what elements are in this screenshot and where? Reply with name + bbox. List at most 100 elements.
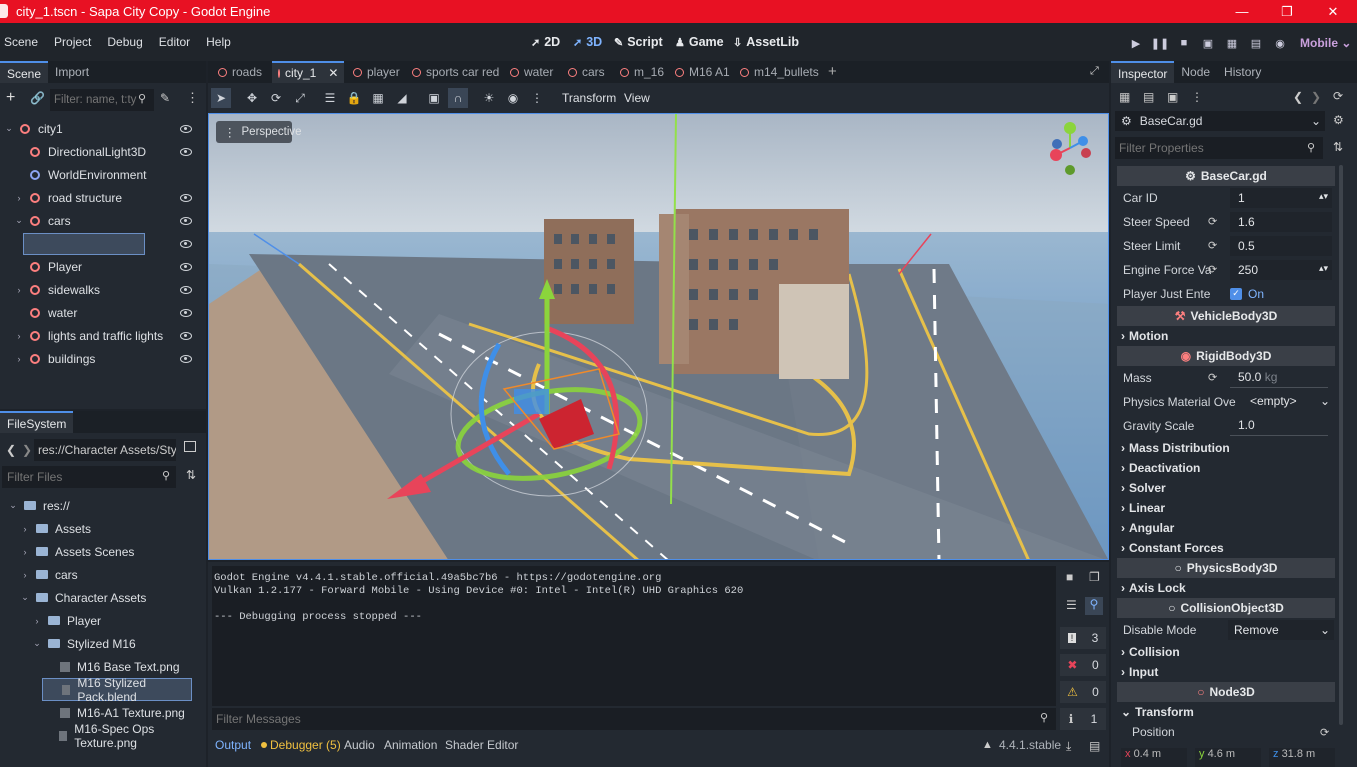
tab-debugger[interactable]: Debugger (5) xyxy=(270,738,341,752)
forward-icon[interactable]: ❯ xyxy=(22,443,32,457)
editor-tab-city-1[interactable]: city_1 ✕ xyxy=(272,61,344,83)
visibility-icon[interactable] xyxy=(180,331,192,340)
scene-node-buildings[interactable]: › buildings xyxy=(4,347,200,370)
tab-output[interactable]: Output xyxy=(215,738,251,752)
distraction-free-icon[interactable]: ⤢ xyxy=(1090,65,1099,78)
scene-node-lights-and-traffic-lights[interactable]: › lights and traffic lights xyxy=(4,324,200,347)
gravity-scale-field[interactable]: 1.0 xyxy=(1230,416,1328,436)
open-resource-icon[interactable]: ▤ xyxy=(1143,90,1154,104)
prop-value-field[interactable]: 0.5 xyxy=(1230,236,1332,256)
menu-editor[interactable]: Editor xyxy=(151,35,198,49)
fold-icon[interactable]: › xyxy=(20,524,30,534)
editor-tab-roads[interactable]: roads xyxy=(218,61,262,83)
sort-icon[interactable]: ⇅ xyxy=(186,468,196,482)
category-input[interactable]: › Input xyxy=(1121,662,1158,682)
transform-menu[interactable]: Transform xyxy=(562,91,616,105)
tab-import[interactable]: Import xyxy=(48,61,96,83)
category-mass-distribution[interactable]: › Mass Distribution xyxy=(1121,438,1230,458)
section-physicsbody3d[interactable]: ○ PhysicsBody3D xyxy=(1117,558,1335,578)
editor-tab-water[interactable]: water xyxy=(510,61,553,83)
workspace-2d[interactable]: ➚ 2D xyxy=(531,30,560,54)
workspace-3d[interactable]: ➚ 3D xyxy=(573,30,602,54)
property-options-icon[interactable]: ⇅ xyxy=(1333,140,1343,154)
revert-icon[interactable]: ⟳ xyxy=(1208,239,1217,252)
visibility-icon[interactable] xyxy=(180,239,192,248)
visibility-icon[interactable] xyxy=(180,354,192,363)
back-icon[interactable]: ❮ xyxy=(6,443,16,457)
scene-node-cars[interactable]: ⌄ cars xyxy=(4,209,200,232)
filesystem-filter-input[interactable] xyxy=(2,466,176,488)
menu-project[interactable]: Project xyxy=(46,35,99,49)
visibility-icon[interactable] xyxy=(180,147,192,156)
folder-item[interactable]: › Assets Scenes xyxy=(20,540,135,563)
category-axis-lock[interactable]: › Axis Lock xyxy=(1121,578,1186,598)
scene-node-player[interactable]: Player xyxy=(4,255,200,278)
folder-item[interactable]: › cars xyxy=(20,563,78,586)
editor-tab-sports-car-red[interactable]: sports car red xyxy=(412,61,499,83)
lock-icon[interactable]: 🔒 xyxy=(344,88,364,108)
category-constant-forces[interactable]: › Constant Forces xyxy=(1121,538,1224,558)
scene-node-directionallight3d[interactable]: DirectionalLight3D xyxy=(4,140,200,163)
revert-icon[interactable]: ⟳ xyxy=(1208,371,1217,384)
workspace-game[interactable]: ♟ Game xyxy=(675,30,724,54)
player-entered-toggle-label[interactable]: On xyxy=(1248,287,1264,301)
scene-node-city1[interactable]: ⌄ city1 xyxy=(4,117,200,140)
prop-value-field[interactable]: 250 ▴▾ xyxy=(1230,260,1332,280)
file-item[interactable]: M16 Stylized Pack.blend xyxy=(42,676,192,704)
log-count-errors[interactable]: ✖ 0 xyxy=(1060,654,1106,676)
visibility-icon[interactable] xyxy=(180,124,192,133)
category-transform[interactable]: ⌄ Transform xyxy=(1121,702,1194,722)
group-icon[interactable]: ▦ xyxy=(368,88,388,108)
object-selector[interactable]: ⚙ BaseCar.gd ⌄ xyxy=(1115,111,1325,131)
scene-node-worldenvironment[interactable]: WorldEnvironment xyxy=(4,163,200,186)
history-back-icon[interactable]: ❮ xyxy=(1293,90,1303,104)
revert-icon[interactable]: ⟳ xyxy=(1208,215,1217,228)
save-resource-icon[interactable]: ▣ xyxy=(1167,90,1178,104)
tab-shader-editor[interactable]: Shader Editor xyxy=(445,738,518,752)
scene-menu-icon[interactable]: ⋮ xyxy=(186,90,199,106)
category-solver[interactable]: › Solver xyxy=(1121,478,1166,498)
mass-value-field[interactable]: 50.0 kg xyxy=(1230,368,1328,388)
remote-debug-icon[interactable]: ▣ xyxy=(1199,34,1217,52)
script-attach-icon[interactable]: ✎ xyxy=(160,91,170,105)
tab-audio[interactable]: Audio xyxy=(344,738,375,752)
checkbox-icon[interactable]: ✓ xyxy=(1230,288,1242,300)
scene-node-road-structure[interactable]: › road structure xyxy=(4,186,200,209)
category-deactivation[interactable]: › Deactivation xyxy=(1121,458,1200,478)
local-space-icon[interactable]: ▣ xyxy=(424,88,444,108)
section-vehiclebody3d[interactable]: ⚒ VehicleBody3D xyxy=(1117,306,1335,326)
play-scene-icon[interactable]: ▦ xyxy=(1223,34,1241,52)
select-tool-icon[interactable]: ➤ xyxy=(211,88,231,108)
section-basecar[interactable]: ⚙ BaseCar.gd xyxy=(1117,166,1335,186)
path-field[interactable]: res://Character Assets/Styliz xyxy=(34,439,176,461)
link-icon[interactable]: 🔗 xyxy=(30,91,45,105)
log-count-messages[interactable]: ! 3 xyxy=(1060,627,1106,649)
category-linear[interactable]: › Linear xyxy=(1121,498,1165,518)
visibility-icon[interactable] xyxy=(180,308,192,317)
menu-debug[interactable]: Debug xyxy=(99,35,150,49)
stop-icon[interactable]: ■ xyxy=(1175,34,1193,52)
folder-item[interactable]: ⌄ res:// xyxy=(8,494,69,517)
scale-tool-icon[interactable]: ⤢ xyxy=(290,88,310,108)
tab-inspector[interactable]: Inspector xyxy=(1111,61,1175,83)
tab-scene[interactable]: Scene xyxy=(0,61,49,83)
add-node-icon[interactable]: + xyxy=(6,89,15,107)
filter-properties-input[interactable] xyxy=(1115,137,1323,159)
rotate-tool-icon[interactable]: ⟳ xyxy=(266,88,286,108)
fold-icon[interactable]: › xyxy=(32,616,42,626)
fold-icon[interactable]: ⌄ xyxy=(8,500,18,511)
section-node3d[interactable]: ○ Node3D xyxy=(1117,682,1335,702)
bottom-panel-toggle-icon[interactable]: ▤ xyxy=(1089,739,1100,753)
editor-tab-m-16[interactable]: m_16 xyxy=(620,61,664,83)
workspace-assetlib[interactable]: ⇩ AssetLib xyxy=(733,30,799,54)
split-view-icon[interactable] xyxy=(184,441,196,452)
clear-output-icon[interactable]: ■ xyxy=(1066,570,1073,584)
fold-icon[interactable]: ⌄ xyxy=(20,592,30,603)
menu-help[interactable]: Help xyxy=(198,35,239,49)
list-select-icon[interactable]: ☰ xyxy=(320,88,340,108)
perspective-button[interactable]: ⋮ Perspective xyxy=(216,121,302,143)
revert-icon[interactable]: ⟳ xyxy=(1208,263,1217,276)
folder-item[interactable]: › Player xyxy=(32,609,102,632)
fold-icon[interactable]: › xyxy=(20,547,30,557)
fold-icon[interactable]: › xyxy=(14,193,24,203)
